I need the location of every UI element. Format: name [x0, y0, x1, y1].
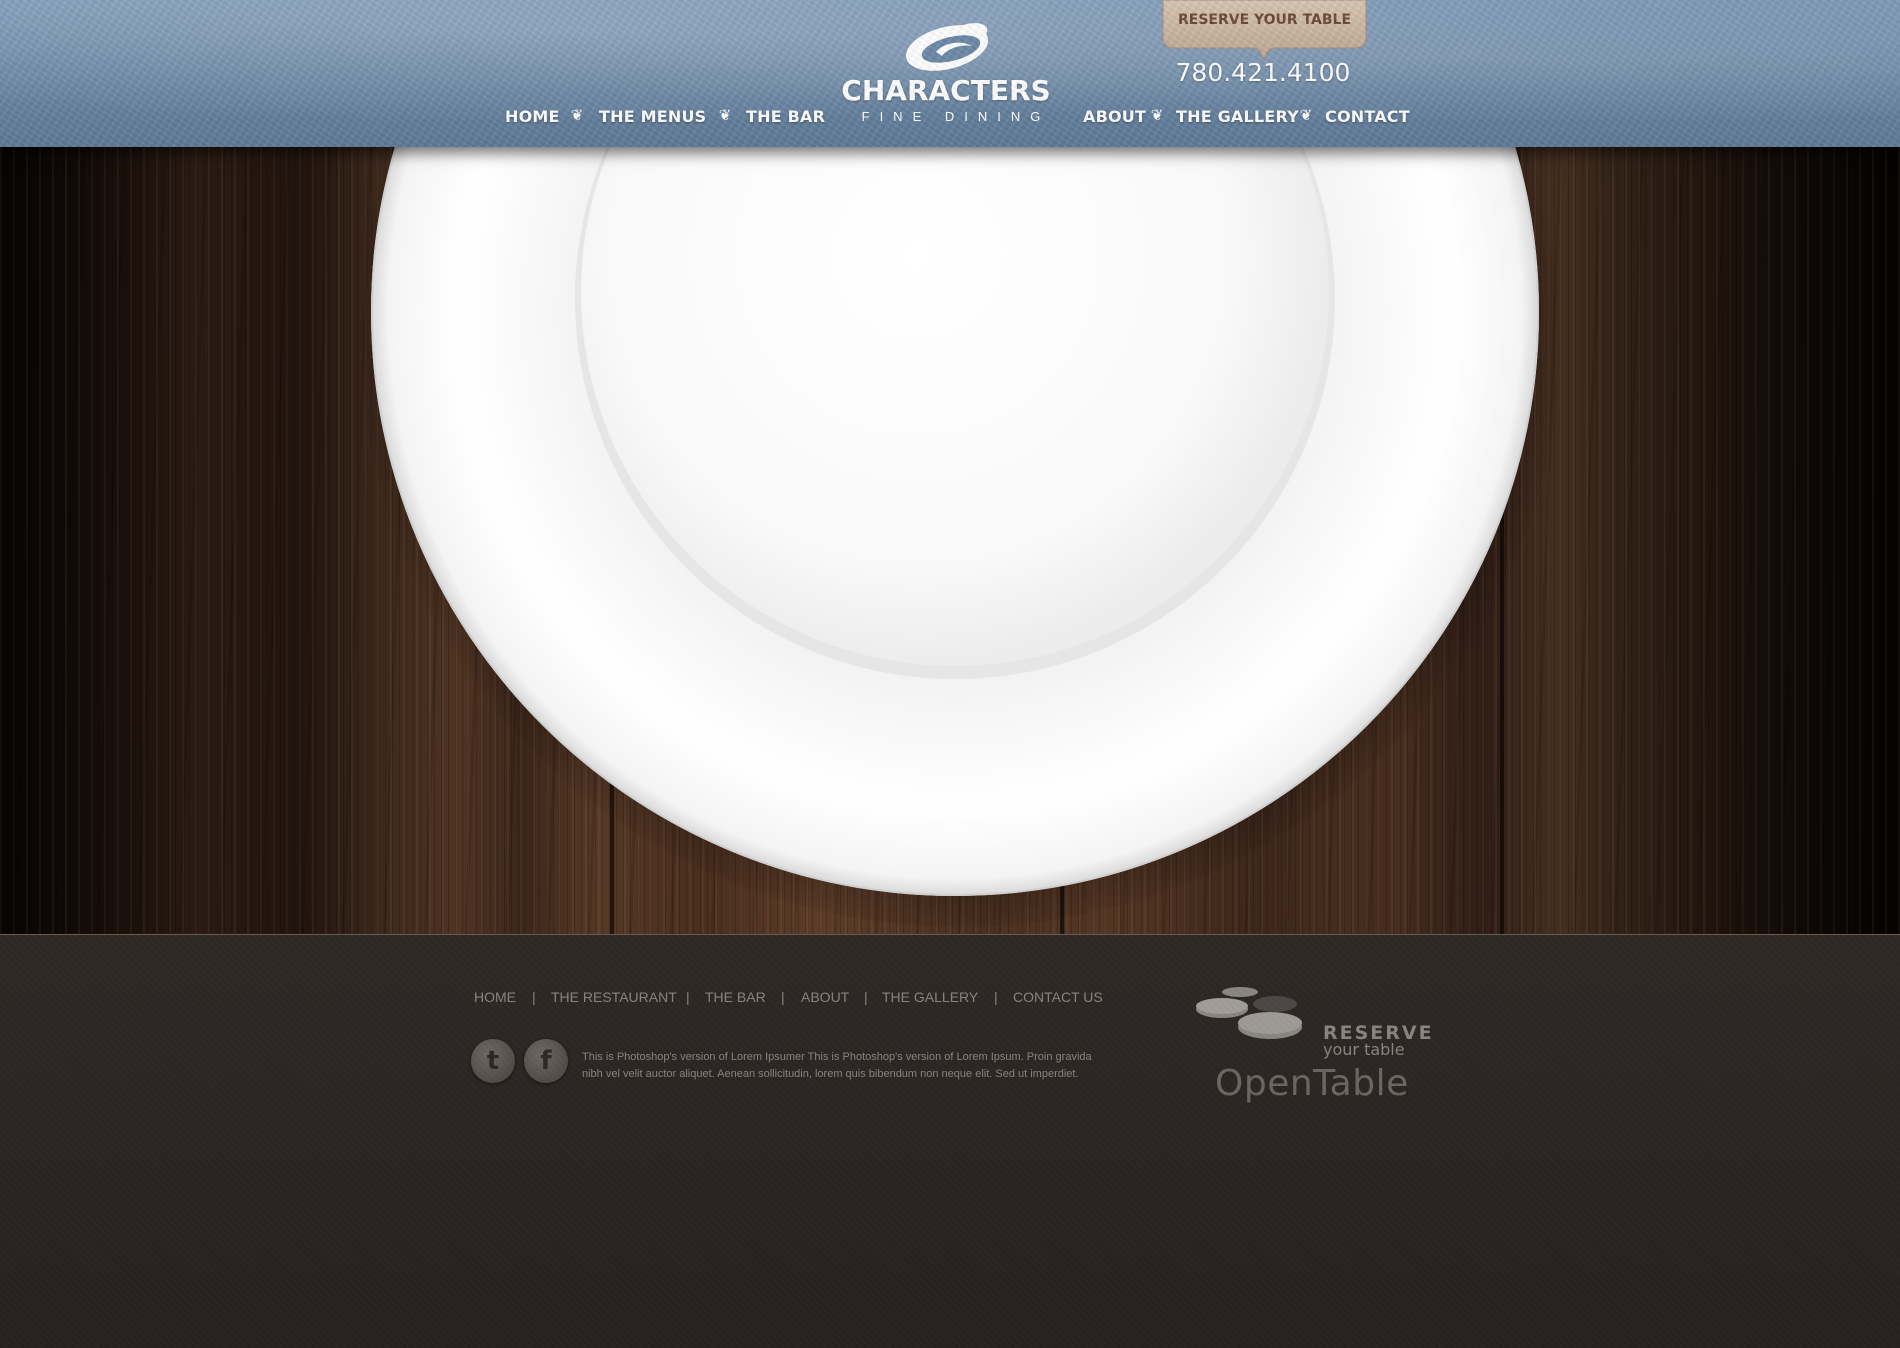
- twitter-button[interactable]: t: [471, 1039, 515, 1083]
- c-logo-icon: [905, 23, 989, 71]
- characters-logo[interactable]: CHARACTERS FINE DINING: [830, 18, 1062, 126]
- nav-the-gallery-link[interactable]: THE GALLERY: [1176, 107, 1299, 126]
- flourish-icon: ❦: [718, 107, 732, 124]
- nav-the-bar-link[interactable]: THE BAR: [746, 107, 825, 126]
- footer-nav-separator: |: [994, 989, 998, 1005]
- footer-nav-about[interactable]: ABOUT: [801, 989, 849, 1005]
- footer-nav-the-bar[interactable]: THE BAR: [705, 989, 766, 1005]
- opentable-reserve-link[interactable]: RESERVE your table OpenTable: [1193, 983, 1433, 1104]
- flourish-icon: ❦: [570, 107, 584, 124]
- reserve-tab-shape: [1162, 0, 1367, 62]
- logo-tagline: FINE DINING: [861, 109, 1051, 124]
- opentable-your-table-text: your table: [1323, 1040, 1405, 1059]
- opentable-logo-icon: [1196, 987, 1302, 1039]
- opentable-brand-text: OpenTable: [1215, 1063, 1409, 1104]
- footer-nav-the-gallery[interactable]: THE GALLERY: [882, 989, 978, 1005]
- nav-about-link[interactable]: ABOUT: [1083, 107, 1146, 126]
- footer-nav-separator: |: [532, 989, 536, 1005]
- footer-nav-separator: |: [864, 989, 868, 1005]
- facebook-icon: f: [540, 1046, 552, 1076]
- logo-name: CHARACTERS: [841, 74, 1051, 107]
- nav-home-link[interactable]: HOME: [505, 107, 560, 126]
- nav-contact-link[interactable]: CONTACT: [1325, 107, 1410, 126]
- nav-the-menus-link[interactable]: THE MENUS: [599, 107, 706, 126]
- footer-nav-separator: |: [781, 989, 785, 1005]
- page: HOME ❦ THE MENUS ❦ THE BAR CHARACTERS FI…: [0, 0, 1900, 1348]
- footer-nav-contact-us[interactable]: CONTACT US: [1013, 989, 1103, 1005]
- site-footer: HOME | THE RESTAURANT | THE BAR | ABOUT …: [0, 934, 1900, 1348]
- footer-text-line: This is Photoshop's version of Lorem Ips…: [582, 1051, 1092, 1063]
- footer-nav-home[interactable]: HOME: [474, 989, 516, 1005]
- footer-text: This is Photoshop's version of Lorem Ips…: [582, 1049, 1102, 1083]
- footer-text-line: nibh vel velit auctor aliquet. Aenean so…: [582, 1068, 1079, 1080]
- flourish-icon: ❦: [1150, 107, 1164, 124]
- phone-number: 780.421.4100: [1175, 58, 1351, 87]
- white-plate: [371, 147, 1539, 896]
- twitter-icon: t: [486, 1046, 500, 1076]
- reserve-table-label: RESERVE YOUR TABLE: [1177, 12, 1352, 28]
- footer-nav-the-restaurant[interactable]: THE RESTAURANT: [551, 989, 677, 1005]
- flourish-icon: ❦: [1299, 107, 1313, 124]
- reserve-table-tab[interactable]: RESERVE YOUR TABLE: [1161, 0, 1368, 62]
- hero-table: [0, 147, 1900, 934]
- site-header: HOME ❦ THE MENUS ❦ THE BAR CHARACTERS FI…: [0, 0, 1900, 147]
- footer-nav-separator: |: [686, 989, 690, 1005]
- facebook-button[interactable]: f: [524, 1039, 568, 1083]
